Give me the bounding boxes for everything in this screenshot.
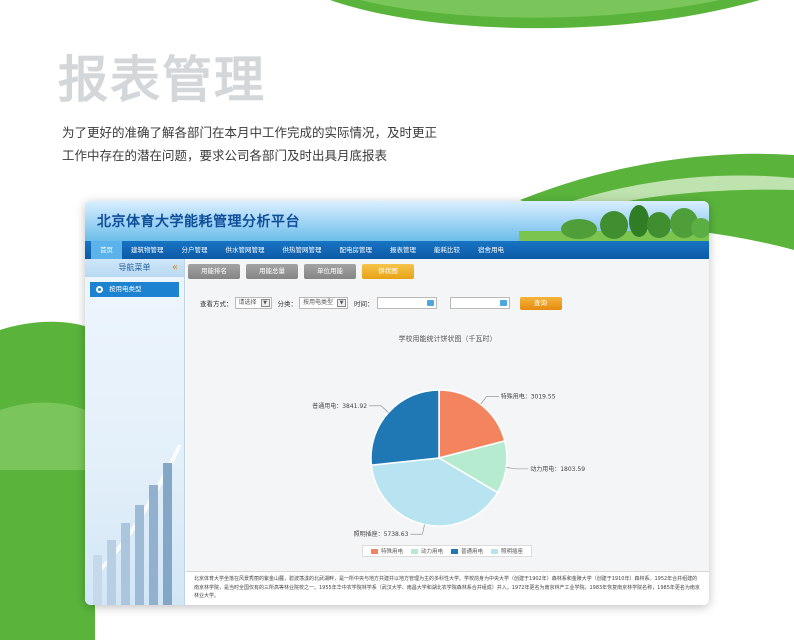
chart-legend: 特殊用电 动力用电 普通用电 照明插座 (362, 545, 532, 557)
intro-line: 工作中存在的潜在问题，要求公司各部门及时出具月底报表 (62, 148, 388, 163)
content-area: 用能排名 用能总量 单位用能 饼状图 查看方式： 请选择 ▼ 分类： 按用电类型 ▼ … (186, 259, 709, 605)
view-mode-label: 查看方式： (200, 300, 233, 308)
end-date-input[interactable] (449, 297, 510, 309)
start-date-input[interactable] (376, 297, 437, 309)
footer-description: 北京体育大学坐落在风景秀丽的紫金山麓，碧波荡漾的北武湖畔，是一所中央与地方共建并… (186, 571, 709, 605)
calendar-icon[interactable] (426, 300, 434, 306)
sidebar: 导航菜单 « 按用电类型 (85, 259, 185, 605)
pie-chart: 特殊用电：3019.55 动力用电：1803.59 照明插座：5738.63 普通用电… (312, 389, 585, 538)
chevron-down-icon: ▼ (260, 299, 270, 307)
nav-item[interactable]: 报表管理 (381, 241, 425, 259)
chevron-down-icon: ▼ (337, 299, 347, 307)
legend-swatch (410, 548, 418, 554)
category-select[interactable]: 按用电类型 ▼ (299, 297, 349, 309)
page-hero-title: 报表管理 (58, 50, 266, 109)
slice-leader-line (506, 467, 529, 470)
radio-dot-icon (96, 286, 103, 293)
view-mode-select[interactable]: 请选择 ▼ (234, 297, 272, 309)
tab[interactable]: 饼状图 (362, 264, 414, 279)
nav-item[interactable]: 供热管网管理 (274, 241, 331, 259)
legend-item[interactable]: 普通用电 (451, 547, 483, 555)
nav-item[interactable]: 能耗比较 (425, 241, 469, 259)
view-mode-value: 请选择 (238, 299, 257, 306)
nav-item[interactable]: 供水管网管理 (217, 241, 274, 259)
app-title: 北京体育大学能耗管理分析平台 (97, 214, 300, 230)
app-banner: 北京体育大学能耗管理分析平台 (85, 201, 709, 241)
query-button[interactable]: 查询 (519, 296, 562, 310)
legend-item[interactable]: 动力用电 (410, 547, 443, 555)
nav-item[interactable]: 分户管理 (173, 241, 217, 259)
time-label: 时间： (354, 300, 374, 308)
tab[interactable]: 用能排名 (188, 264, 240, 279)
nav-item[interactable]: 宿舍用电 (469, 241, 513, 259)
filter-bar: 查看方式： 请选择 ▼ 分类： 按用电类型 ▼ 时间： 查询 (200, 296, 562, 310)
slice-leader-line (480, 396, 499, 405)
slice-data-label: 动力用电：1803.59 (530, 465, 585, 473)
double-chevron-left-icon[interactable]: « (172, 259, 178, 277)
nav-item[interactable]: 配电房管理 (331, 241, 382, 259)
slice-data-label: 普通用电：3841.92 (312, 402, 367, 410)
tab-bar: 用能排名 用能总量 单位用能 饼状图 (188, 264, 414, 279)
legend-swatch (491, 548, 499, 554)
main-nav: 首页 建筑物管理 分户管理 供水管网管理 供热管网管理 配电房管理 报表管理 能耗比较 宿舍用电 (85, 241, 709, 259)
tab[interactable]: 用能总量 (246, 264, 298, 279)
app-window: 北京体育大学能耗管理分析平台 首页 建筑物管理 分户管理 供水管网管理 供热管网管理 配电… (85, 201, 709, 605)
legend-swatch (370, 548, 378, 554)
sidebar-item-by-electricity-type[interactable]: 按用电类型 (90, 282, 179, 297)
tab[interactable]: 单位用能 (304, 264, 356, 279)
category-label: 分类： (277, 300, 298, 308)
chart-title: 学校用能统计饼状图（千瓦时） (398, 335, 497, 343)
nav-item[interactable]: 建筑物管理 (122, 241, 173, 259)
nav-item[interactable]: 首页 (91, 241, 122, 259)
slice-leader-line (369, 405, 389, 413)
legend-label: 特殊用电 (380, 549, 403, 555)
slice-data-label: 特殊用电：3019.55 (501, 392, 556, 400)
intro-line: 为了更好的准确了解各部门在本月中工作完成的实际情况，及时更正 (62, 125, 438, 140)
sidebar-header: 导航菜单 « (85, 259, 184, 277)
pie-slice[interactable] (370, 389, 440, 466)
slice-data-label: 照明插座：5738.63 (354, 530, 409, 538)
legend-item[interactable]: 特殊用电 (370, 547, 403, 555)
calendar-icon[interactable] (499, 300, 507, 306)
sidebar-title: 导航菜单 (118, 263, 151, 272)
intro-paragraph: 为了更好的准确了解各部门在本月中工作完成的实际情况，及时更正 工作中存在的潜在问… (62, 121, 442, 167)
legend-label: 普通用电 (461, 549, 484, 555)
category-value: 按用电类型 (303, 299, 334, 306)
legend-label: 动力用电 (420, 549, 443, 555)
legend-item[interactable]: 照明插座 (491, 547, 523, 555)
legend-label: 照明插座 (501, 549, 524, 555)
rising-bar-chart-icon (93, 444, 182, 605)
sidebar-item-label: 按用电类型 (109, 285, 142, 293)
slice-leader-line (410, 524, 425, 535)
legend-swatch (451, 548, 458, 554)
trees-icon (519, 205, 709, 241)
